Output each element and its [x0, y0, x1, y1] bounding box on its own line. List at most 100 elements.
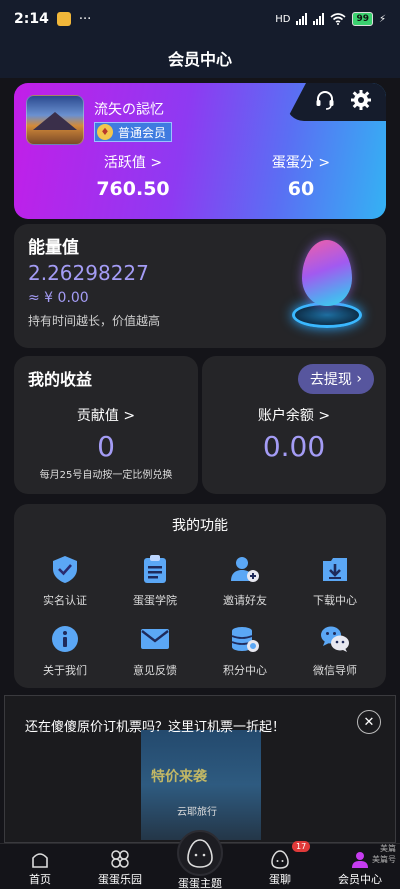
active-value-stat[interactable]: 活跃值 > 760.50 [78, 152, 188, 200]
grid-icon [111, 850, 129, 868]
contribution-value: 0 [97, 430, 115, 463]
ad-banner[interactable]: 特价来袭 还在傻傻原价订机票吗？这里订机票一折起！ ✕ 云耶旅行 [4, 695, 396, 843]
avatar[interactable] [26, 95, 84, 145]
tab-label: 蛋聊 [269, 873, 291, 886]
status-bar: 2:14 ··· HD 99 ⚡ [0, 0, 400, 38]
tab-home[interactable]: 首页 [0, 844, 80, 889]
func-egg-academy[interactable]: 蛋蛋学院 [110, 554, 200, 608]
func-label: 蛋蛋学院 [133, 594, 177, 607]
active-value-number: 760.50 [96, 178, 170, 200]
member-card: 流矢の誋忆 ♦ 普通会员 活跃值 > 760.50 蛋蛋分 > 60 [14, 83, 386, 219]
page-title: 会员中心 [167, 50, 232, 69]
add-user-icon [231, 557, 259, 582]
contribution-label: 贡献值 [76, 408, 119, 424]
withdraw-button[interactable]: 去提现 › [297, 364, 374, 394]
egg-score-stat[interactable]: 蛋蛋分 > 60 [246, 152, 356, 200]
ad-close-button[interactable]: ✕ [357, 710, 381, 734]
active-value-label: 活跃值 [103, 155, 146, 171]
balance-label: 账户余额 [257, 408, 314, 424]
member-level-badge: ♦ 普通会员 [94, 122, 173, 142]
egg-score-label: 蛋蛋分 [271, 155, 314, 171]
watermark: 美篇 美篇号 [372, 843, 396, 865]
status-more: ··· [78, 11, 92, 27]
diamond-icon: ♦ [97, 124, 113, 140]
energy-panel: 能量值 2.26298227 ≈ ¥ 0.00 持有时间越长，价值越高 [14, 224, 386, 348]
ad-text: 还在傻傻原价订机票吗？这里订机票一折起！ [25, 720, 286, 735]
func-feedback[interactable]: 意见反馈 [110, 624, 200, 678]
chevron-right-icon: > [318, 155, 331, 171]
func-download-center[interactable]: 下载中心 [290, 554, 380, 608]
mail-icon [141, 629, 169, 649]
func-about-us[interactable]: 关于我们 [20, 624, 110, 678]
withdraw-label: 去提现 [309, 372, 352, 388]
energy-description: 持有时间越长，价值越高 [28, 314, 161, 328]
home-icon [32, 853, 48, 868]
func-points-center[interactable]: 积分中心 [200, 624, 290, 678]
chat-egg-icon [271, 850, 289, 869]
member-level-label: 普通会员 [118, 125, 167, 140]
tab-egg-chat[interactable]: 17 蛋聊 [240, 841, 320, 889]
egg-score-number: 60 [287, 178, 315, 200]
chevron-right-icon: › [356, 371, 362, 387]
balance-link[interactable]: 账户余额 > [202, 405, 386, 425]
energy-value: 2.26298227 [28, 261, 149, 285]
battery-indicator: 99 [352, 12, 373, 26]
func-label: 实名认证 [43, 594, 87, 607]
notification-app-icon [56, 12, 71, 26]
egg-illustration [292, 240, 362, 340]
ad-brand: 云耶旅行 [177, 807, 217, 818]
wechat-icon [321, 626, 349, 652]
tab-label: 蛋蛋乐园 [98, 873, 142, 886]
clipboard-icon [144, 555, 166, 583]
tab-label: 首页 [29, 873, 51, 886]
func-label: 微信导师 [313, 664, 357, 677]
income-title: 我的收益 [28, 370, 93, 389]
energy-cny-value: ≈ ¥ 0.00 [28, 290, 89, 306]
card-actions [314, 89, 372, 111]
contribution-link[interactable]: 贡献值 > [14, 405, 198, 425]
headset-icon[interactable] [314, 89, 336, 111]
username: 流矢の誋忆 [94, 102, 164, 118]
page-header: 会员中心 [0, 38, 400, 78]
close-icon: ✕ [363, 714, 375, 730]
exchange-note: 每月25号自动按一定比例兑换 [39, 470, 173, 481]
func-label: 下载中心 [313, 594, 357, 607]
chevron-right-icon: > [318, 408, 331, 424]
member-icon [352, 852, 368, 868]
tab-label: 蛋蛋主题 [178, 877, 222, 889]
func-label: 关于我们 [43, 664, 87, 677]
func-label: 意见反馈 [133, 664, 177, 677]
chevron-right-icon: > [123, 408, 136, 424]
ad-banner-text: 特价来袭 [151, 769, 207, 785]
info-icon [52, 626, 78, 652]
chevron-right-icon: > [150, 155, 163, 171]
income-panel: 我的收益 贡献值 > 0 每月25号自动按一定比例兑换 [14, 356, 198, 494]
func-invite-friends[interactable]: 邀请好友 [200, 554, 290, 608]
status-right: HD 99 ⚡ [275, 12, 386, 26]
charging-icon: ⚡ [378, 13, 386, 25]
balance-value: 0.00 [262, 430, 326, 463]
func-label: 邀请好友 [223, 594, 267, 607]
func-real-name-verify[interactable]: 实名认证 [20, 554, 110, 608]
tab-egg-theme[interactable]: 蛋蛋主题 [160, 830, 240, 889]
status-time: 2:14 [14, 11, 49, 27]
watermark-line2: 美篇号 [372, 855, 396, 864]
func-wechat-mentor[interactable]: 微信导师 [290, 624, 380, 678]
network-label: HD [275, 13, 291, 25]
shield-check-icon [53, 556, 77, 583]
balance-panel: 去提现 › 账户余额 > 0.00 [202, 356, 386, 494]
func-label: 积分中心 [223, 664, 267, 677]
egg-face-icon [187, 839, 213, 868]
signal2-icon [313, 13, 325, 25]
functions-title: 我的功能 [172, 518, 228, 534]
tab-egg-park[interactable]: 蛋蛋乐园 [80, 844, 160, 889]
tab-label: 会员中心 [338, 873, 382, 886]
coins-icon [231, 627, 259, 652]
watermark-line1: 美篇 [380, 844, 396, 853]
energy-title: 能量值 [28, 238, 79, 258]
settings-gear-icon[interactable] [350, 89, 372, 111]
unread-badge: 17 [292, 841, 311, 852]
download-icon [323, 558, 347, 581]
egg-icon [302, 240, 352, 306]
signal-icon [296, 13, 308, 25]
